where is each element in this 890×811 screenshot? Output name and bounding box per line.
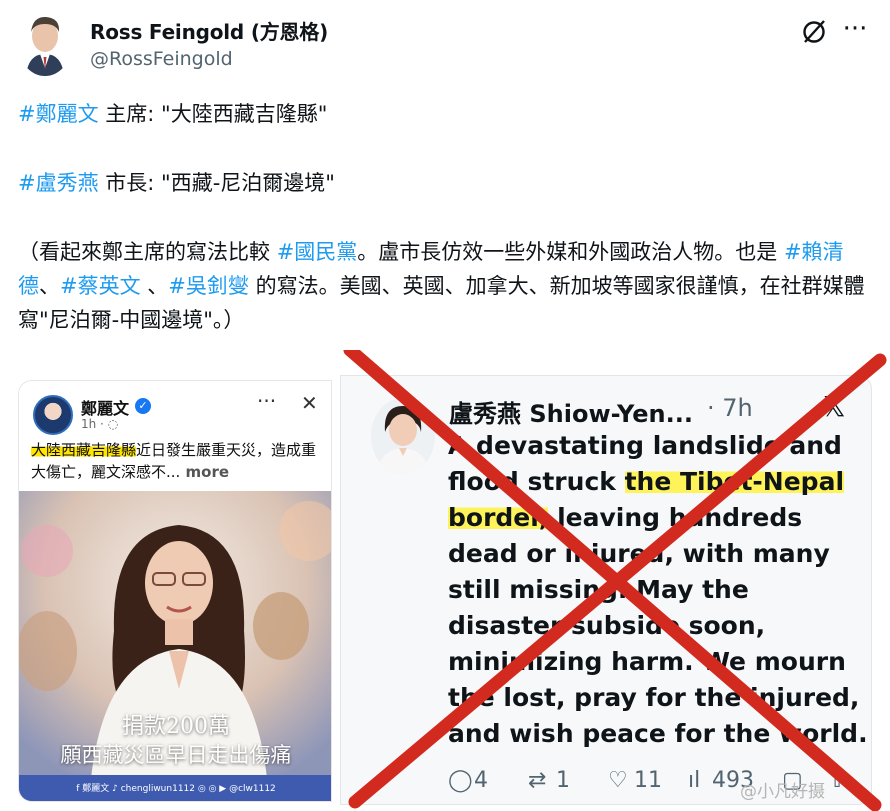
inner-text-span: leaving hundreds dead or injured, with m… bbox=[448, 503, 868, 748]
tweet-line-text: 主席: "大陸西藏吉隆縣" bbox=[98, 102, 328, 126]
photo-caption: 捐款200萬 願西藏災區早日走出傷痛 bbox=[19, 713, 331, 769]
like-count: 11 bbox=[634, 768, 662, 793]
hashtag-link[interactable]: #國民黨 bbox=[277, 240, 358, 264]
like-icon: ♡ bbox=[608, 768, 628, 793]
hashtag-link[interactable]: #鄭麗文 bbox=[18, 102, 99, 126]
tweet-text-span: （看起來鄭主席的寫法比較 bbox=[18, 240, 277, 264]
fb-post-header: 鄭麗文 ✓ 1h · ◌ ··· ✕ 大陸西藏吉隆縣近日發生嚴重天災，造成重大傷… bbox=[19, 381, 331, 491]
fb-close-icon: ✕ bbox=[301, 391, 318, 415]
hashtag-link[interactable]: #盧秀燕 bbox=[18, 171, 99, 195]
inner-tweet-text: A devastating landslide and flood struck… bbox=[448, 428, 868, 752]
inner-avatar bbox=[371, 398, 435, 474]
share-icon: ⇧ bbox=[828, 768, 847, 793]
reply-icon: ◯ bbox=[448, 768, 473, 793]
reply-count: 4 bbox=[474, 768, 488, 793]
media-image-right[interactable]: 盧秀燕 Shiow-Yen... · 7h 𝕏 A devastating la… bbox=[340, 375, 872, 805]
retweet-icon: ⇄ bbox=[528, 768, 547, 793]
highlighted-text: 大陸西藏吉隆縣 bbox=[31, 441, 137, 459]
media-image-left[interactable]: 鄭麗文 ✓ 1h · ◌ ··· ✕ 大陸西藏吉隆縣近日發生嚴重天災，造成重大傷… bbox=[18, 380, 332, 802]
hashtag-link[interactable]: #蔡英文 bbox=[60, 274, 141, 298]
globe-icon: ◌ bbox=[107, 417, 119, 431]
tweet-line-2: #盧秀燕 市長: "西藏-尼泊爾邊境" bbox=[18, 166, 868, 200]
fb-more-link: more bbox=[180, 463, 230, 481]
highlighted-text: border, bbox=[448, 503, 549, 532]
verified-badge-icon: ✓ bbox=[135, 398, 151, 414]
fb-more-icon: ··· bbox=[257, 389, 277, 413]
views-icon: ıl bbox=[688, 768, 701, 793]
tweet-line-1: #鄭麗文 主席: "大陸西藏吉隆縣" bbox=[18, 97, 868, 131]
x-logo-icon: 𝕏 bbox=[823, 390, 846, 423]
tweet-paragraph: （看起來鄭主席的寫法比較 #國民黨。盧市長仿效一些外媒和外國政治人物。也是 #賴… bbox=[18, 235, 868, 337]
fb-avatar bbox=[33, 395, 73, 435]
caption-line-2: 願西藏災區早日走出傷痛 bbox=[60, 743, 292, 767]
retweet-count: 1 bbox=[556, 768, 570, 793]
tweet-text-span: 。盧市長仿效一些外媒和外國政治人物。也是 bbox=[357, 240, 784, 264]
author-handle[interactable]: @RossFeingold bbox=[90, 48, 233, 70]
tweet-text: #鄭麗文 主席: "大陸西藏吉隆縣" #盧秀燕 市長: "西藏-尼泊爾邊境" （… bbox=[18, 97, 868, 337]
tweet-text-span: 、 bbox=[140, 274, 169, 298]
author-avatar[interactable] bbox=[18, 12, 72, 76]
fb-post-text: 大陸西藏吉隆縣近日發生嚴重天災，造成重大傷亡，麗文深感不... more bbox=[31, 439, 327, 483]
author-name[interactable]: Ross Feingold (方恩格) bbox=[90, 16, 328, 45]
inner-tweet-time: · 7h bbox=[707, 394, 753, 422]
more-options-icon[interactable]: ··· bbox=[838, 14, 872, 48]
highlighted-text: the Tibet-Nepal bbox=[624, 467, 845, 496]
watermark: @小凡好摄 bbox=[740, 782, 825, 802]
fb-author-name: 鄭麗文 bbox=[81, 399, 130, 418]
fb-post-time: 1h · bbox=[81, 417, 108, 431]
caption-line-1: 捐款200萬 bbox=[122, 714, 230, 739]
hashtag-link[interactable]: #吳釗燮 bbox=[168, 274, 249, 298]
fb-photo: 捐款200萬 願西藏災區早日走出傷痛 f 鄭麗文 ♪ chengliwun111… bbox=[19, 491, 331, 801]
tweet-line-text: 市長: "西藏-尼泊爾邊境" bbox=[98, 171, 335, 195]
tweet-text-span: 、 bbox=[39, 274, 60, 298]
inner-author-name: 盧秀燕 Shiow-Yen... bbox=[449, 400, 693, 428]
fb-post-meta: 1h · ◌ bbox=[81, 417, 118, 431]
photo-footer: f 鄭麗文 ♪ chengliwun1112 ◎ ◎ ▶ @clw1112 bbox=[19, 775, 331, 801]
grok-icon[interactable] bbox=[800, 18, 828, 46]
